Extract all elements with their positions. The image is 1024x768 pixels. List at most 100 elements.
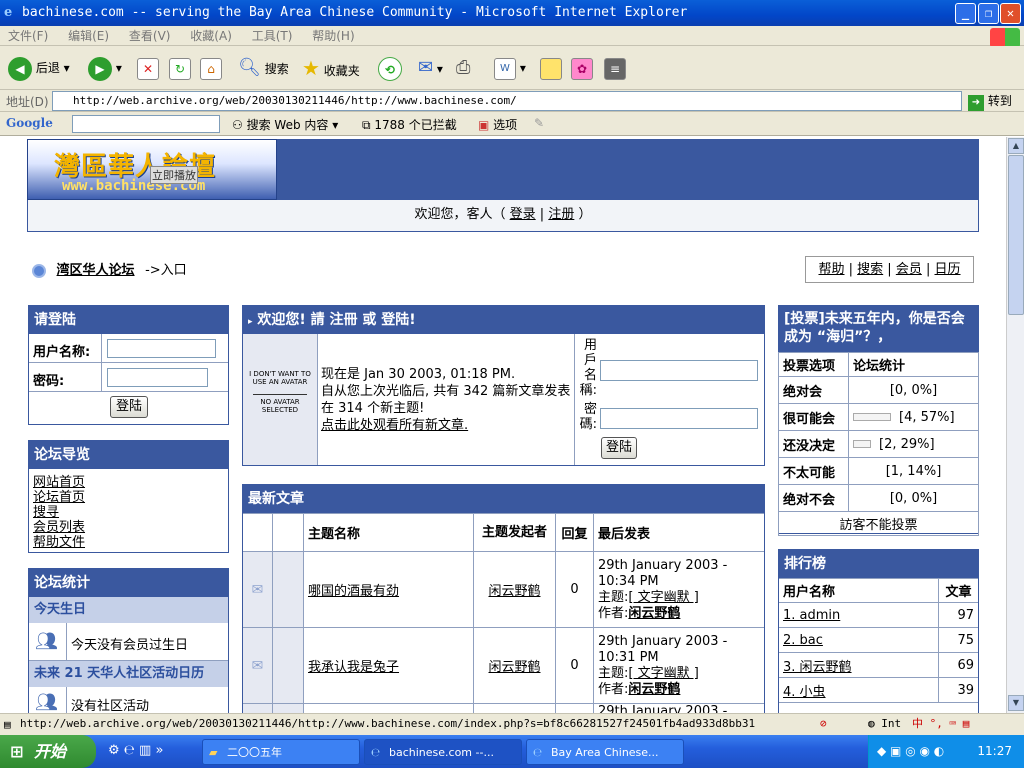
nav-search[interactable]: 搜寻 <box>33 505 224 520</box>
menu-file[interactable]: 文件(F) <box>0 26 56 46</box>
ranking-user-link[interactable]: 4. 小虫 <box>783 685 826 700</box>
latest-posts-table: 主题名称 主题发起者 回复 最后发表 ✉ 哪国的酒最有劲 闲云野鹤 0 29th… <box>243 513 764 713</box>
vertical-scrollbar[interactable]: ▲ ▼ <box>1006 137 1024 713</box>
ime-toolbar[interactable]: 中 °, ⌨ ▤ <box>912 714 969 734</box>
home-icon: ⌂ <box>200 57 222 80</box>
last-post-date: 29th January 2003 - <box>593 703 764 713</box>
window-title-bar[interactable]: e bachinese.com -- serving the Bay Area … <box>0 0 1024 26</box>
task-label: 二〇〇五年 <box>227 746 282 759</box>
window-title: bachinese.com -- serving the Bay Area Ch… <box>22 5 688 20</box>
poll-option-result: [1, 14%] <box>848 457 979 485</box>
search-link[interactable]: 搜索 <box>857 262 883 277</box>
welcome-bar: 欢迎您，客人（ 登录 | 注册 ） <box>27 200 979 232</box>
menu-edit[interactable]: 编辑(E) <box>60 26 117 46</box>
welcome-username-input[interactable] <box>600 360 758 381</box>
mail-button[interactable]: ✉ ▾ <box>418 54 443 82</box>
taskbar-ie-window-1[interactable]: ℮ bachinese.com --... <box>364 739 522 765</box>
poll-bar <box>853 412 891 421</box>
view-new-posts-link[interactable]: 点击此处观看所有新文章. <box>321 418 468 433</box>
start-button[interactable]: ⊞ 开始 <box>0 735 96 768</box>
address-input[interactable]: http://web.archive.org/web/2003013021144… <box>52 91 962 111</box>
ranking-count: 69 <box>938 652 978 678</box>
by-link[interactable]: 闲云野鹤 <box>628 682 680 697</box>
messenger-button[interactable]: ✿ <box>571 54 593 82</box>
latest-posts-box: 最新文章 主题名称 主题发起者 回复 最后发表 ✉ 哪国的酒最有劲 闲云野鹤 0… <box>242 484 765 713</box>
favorites-button[interactable]: ★ 收藏夹 <box>302 54 360 82</box>
password-input[interactable] <box>107 368 208 387</box>
birthday-text: 今天没有会员过生日 <box>71 638 189 653</box>
members-link[interactable]: 会员 <box>896 262 922 277</box>
scroll-down-icon[interactable]: ▼ <box>1008 695 1024 711</box>
menu-tools[interactable]: 工具(T) <box>244 26 301 46</box>
menu-favorites[interactable]: 收藏(A) <box>182 26 240 46</box>
highlight-icon[interactable]: ✎ <box>534 116 544 130</box>
ranking-row: 4. 小虫 39 <box>779 677 978 703</box>
back-button[interactable]: ◀ 后退 ▾ <box>8 54 70 82</box>
go-button[interactable]: ➜ 转到 <box>968 92 1012 111</box>
nav-site-home[interactable]: 网站首页 <box>33 475 224 490</box>
nav-forum-home[interactable]: 论坛首页 <box>33 490 224 505</box>
topic-link[interactable]: 哪国的酒最有劲 <box>308 584 399 599</box>
welcome-login-button[interactable]: 登陆 <box>601 437 637 459</box>
site-logo[interactable]: 灣區華人論壇 www.bachinese.com 立即播放 <box>27 139 277 200</box>
minimize-button[interactable]: _ <box>955 3 976 24</box>
taskbar-folder[interactable]: ▰ 二〇〇五年 <box>202 739 360 765</box>
subject-link[interactable]: [ 文字幽默 ] <box>628 666 698 681</box>
events-header: 未来 21 天华人社区活动日历 <box>29 661 228 687</box>
subject-link[interactable]: [ 文字幽默 ] <box>628 590 698 605</box>
close-button[interactable]: ✕ <box>1000 3 1021 24</box>
taskbar-ie-window-2[interactable]: ℮ Bay Area Chinese... <box>526 739 684 765</box>
go-arrow-icon: ➜ <box>968 95 984 111</box>
refresh-icon: ↻ <box>169 57 191 80</box>
forward-button[interactable]: ▶ ▾ <box>88 54 122 82</box>
edit-button[interactable]: W ▾ <box>494 54 526 82</box>
by-link[interactable]: 闲云野鹤 <box>628 606 680 621</box>
clock[interactable]: 11:27 <box>977 744 1012 758</box>
maximize-button[interactable]: ❐ <box>978 3 999 24</box>
topic-link[interactable]: 我承认我是兔子 <box>308 660 399 675</box>
help-link[interactable]: 帮助 <box>818 262 844 277</box>
quick-launch[interactable]: ⚙ ℮ ▥ » <box>108 743 163 758</box>
calendar-link[interactable]: 日历 <box>935 262 961 277</box>
tool-button[interactable]: ≡ <box>604 54 626 82</box>
ranking-count: 39 <box>938 677 978 703</box>
forum-nav-title: 论坛导览 <box>29 441 228 469</box>
nav-help[interactable]: 帮助文件 <box>33 535 224 550</box>
task-label: Bay Area Chinese... <box>551 746 659 759</box>
google-options-button[interactable]: ▣ 选项 <box>478 116 517 133</box>
start-label: 开始 <box>34 742 67 761</box>
scroll-thumb[interactable] <box>1008 155 1024 315</box>
history-button[interactable]: ⟲ <box>378 54 402 82</box>
google-search-web-button[interactable]: ⚇ 搜索 Web 内容 ▾ <box>232 116 338 133</box>
ranking-user-link[interactable]: 3. 闲云野鹤 <box>783 660 852 675</box>
forward-arrow-icon: ▶ <box>88 56 112 81</box>
google-logo[interactable]: Google <box>6 116 53 130</box>
username-input[interactable] <box>107 339 216 358</box>
ranking-user-link[interactable]: 1. admin <box>783 608 840 623</box>
author-link[interactable]: 闲云野鹤 <box>488 584 540 599</box>
refresh-button[interactable]: ↻ <box>169 54 191 82</box>
welcome-password-input[interactable] <box>600 408 758 429</box>
author-link[interactable]: 闲云野鹤 <box>488 660 540 675</box>
menu-view[interactable]: 查看(V) <box>121 26 179 46</box>
register-link[interactable]: 注册 <box>548 207 574 222</box>
scroll-up-icon[interactable]: ▲ <box>1008 138 1024 154</box>
print-button[interactable]: ⎙ <box>456 54 470 82</box>
tray-icons[interactable]: ◆ ▣ ◎ ◉ ◐ <box>877 735 944 768</box>
poll-row: 很可能会 [4, 57%] <box>778 403 979 431</box>
breadcrumb-home-link[interactable]: 湾区华人论坛 <box>57 263 135 278</box>
welcome-box-title: ▸ 欢迎您! 請 注冊 或 登陆! <box>243 306 764 334</box>
google-search-input[interactable] <box>72 115 220 133</box>
home-button[interactable]: ⌂ <box>200 54 222 82</box>
notes-button[interactable] <box>540 54 562 82</box>
login-link[interactable]: 登录 <box>510 207 536 222</box>
stop-button[interactable]: ✕ <box>137 54 159 82</box>
popup-blocker-button[interactable]: ⧉ 1788 个已拦截 <box>362 116 457 133</box>
login-button[interactable]: 登陆 <box>110 396 148 418</box>
printer-icon: ⎙ <box>456 57 471 78</box>
menu-help[interactable]: 帮助(H) <box>304 26 362 46</box>
search-button[interactable]: 🔍︎ 搜索 <box>238 54 289 82</box>
logo-play-tag[interactable]: 立即播放 <box>150 166 198 184</box>
ranking-user-link[interactable]: 2. bac <box>783 633 823 648</box>
nav-member-list[interactable]: 会员列表 <box>33 520 224 535</box>
